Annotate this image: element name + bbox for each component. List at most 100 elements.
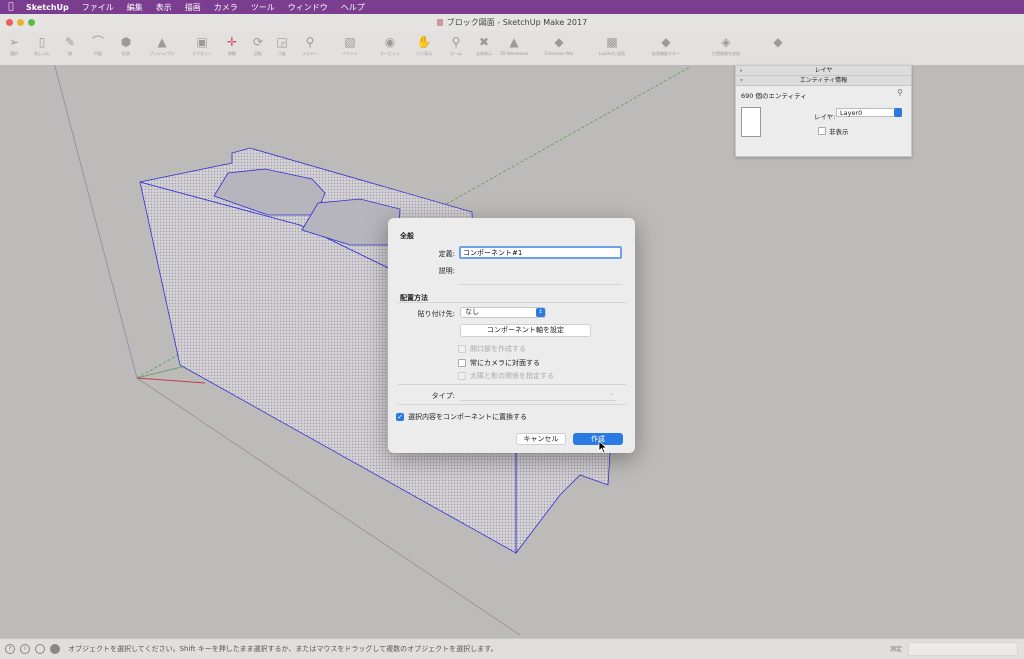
tool-eraser[interactable]: ▯ 消しゴム [28, 33, 56, 63]
tool-geo[interactable]: ◆ [764, 33, 792, 63]
definition-input[interactable] [459, 246, 622, 259]
zoom-icon: ⚲ [451, 35, 461, 49]
shadows-face-sun-option: 太陽と影の関係を指定する [458, 371, 554, 381]
replace-selection-checkbox[interactable]: ✓ 選択内容をコンポーネントに置換する [396, 412, 527, 422]
tool-warehouse[interactable]: ▲ 3D Warehouse [500, 33, 528, 63]
blue-axis [54, 65, 138, 379]
zoom-window-button[interactable] [28, 19, 35, 26]
menu-draw[interactable]: 描画 [181, 2, 210, 13]
menu-app[interactable]: SketchUp [22, 3, 78, 12]
collapse-icon[interactable]: ▸ [740, 66, 743, 75]
extension-manager-icon: ◆ [661, 35, 671, 49]
layer-select[interactable]: Layer0 [836, 108, 902, 117]
layers-panel-header[interactable]: ▸ レイヤ [736, 66, 911, 76]
hidden-checkbox[interactable]: 非表示 [818, 126, 849, 136]
minimize-window-button[interactable] [17, 19, 24, 26]
description-input[interactable] [459, 264, 622, 285]
material-swatch[interactable] [741, 107, 761, 137]
description-label: 説明: [438, 267, 455, 275]
entity-info-header[interactable]: ▾ エンティティ情報 [736, 76, 911, 86]
glue-to-select[interactable]: なし ↕ [460, 307, 546, 318]
status-bar: ? i オブジェクトを選択してください。Shift キーを押したまま選択するか、… [0, 638, 1024, 659]
menu-view[interactable]: 表示 [152, 2, 181, 13]
menu-window[interactable]: ウィンドウ [284, 2, 337, 13]
always-face-camera-checkbox[interactable]: 常にカメラに対面する [458, 358, 540, 368]
type-label: タイプ: [431, 392, 455, 400]
extension-icon: ◆ [554, 35, 564, 49]
expand-icon[interactable]: ▾ [740, 76, 743, 85]
tool-move[interactable]: ✛ 移動 [218, 33, 246, 63]
tool-ext-warehouse[interactable]: ◆Extension Warehouse [545, 33, 573, 63]
document-icon [436, 19, 443, 26]
menu-tools[interactable]: ツール [247, 2, 284, 13]
tool-orbit[interactable]: ◉ オービット [376, 33, 404, 63]
menu-bar:  SketchUp ファイル 編集 表示 描画 カメラ ツール ウィンドウ ヘ… [0, 0, 1024, 14]
measurements-label: 測定 [890, 646, 903, 653]
orbit-icon: ◉ [384, 35, 396, 49]
menu-help[interactable]: ヘルプ [337, 2, 374, 13]
checkbox-icon [458, 359, 466, 367]
cancel-button[interactable]: キャンセル [516, 433, 566, 445]
layout-icon: ▩ [606, 35, 618, 49]
measurements-box[interactable] [908, 642, 1018, 656]
tool-push-pull[interactable]: ▲ プッシュ/プル [148, 33, 176, 63]
tool-line[interactable]: ✎ 線 [56, 33, 84, 63]
toolbar: ➢ 選択 ▯ 消しゴム ✎ 線 ⌒ 円弧 ⬢ 形状 ▲ プッシュ/プル ▣ オフセット ✛ 移動… [0, 31, 1024, 66]
apple-menu-icon[interactable]:  [0, 2, 22, 12]
tool-offset[interactable]: ▣ オフセット [188, 33, 216, 63]
cut-opening-option: 開口部を作成する [458, 344, 526, 354]
warehouse-icon: ▲ [509, 35, 519, 49]
paint-bucket-icon: ▧ [344, 35, 356, 49]
pin-icon[interactable]: ⚲ [897, 88, 903, 97]
checkbox-icon [458, 345, 466, 353]
divider [398, 384, 626, 385]
tool-add-location[interactable]: ◈ 位置情報を追加 [712, 33, 740, 63]
checkbox-icon [818, 127, 826, 135]
glue-to-label: 貼り付け先: [417, 310, 455, 318]
menu-camera[interactable]: カメラ [210, 2, 247, 13]
window-title-bar: ブロック図面 - SketchUp Make 2017 [0, 14, 1024, 31]
layer-label: レイヤ: [814, 113, 836, 121]
eraser-icon: ▯ [38, 35, 46, 49]
tool-zoom[interactable]: ⚲ ズーム [442, 33, 470, 63]
entity-count: 690 個のエンティティ [741, 92, 807, 100]
chevron-down-icon: ⌄ [608, 390, 614, 397]
definition-label: 定義: [438, 250, 455, 258]
shapes-icon: ⬢ [120, 35, 132, 49]
scale-icon: ◲ [276, 35, 288, 49]
info-icon[interactable]: ? [5, 644, 15, 654]
divider [398, 404, 626, 405]
chevron-updown-icon: ↕ [536, 308, 545, 317]
general-heading: 全般 [400, 232, 414, 240]
tool-tape[interactable]: ⚲ メジャー [296, 33, 324, 63]
user-icon[interactable] [35, 644, 45, 654]
select-arrow-icon: ➢ [8, 35, 20, 49]
offset-icon: ▣ [196, 35, 208, 49]
tool-zoom-extents[interactable]: ✖ 全体表示 [470, 33, 498, 63]
status-message: オブジェクトを選択してください。Shift キーを押したまま選択するか、またはマ… [68, 645, 498, 653]
tool-shapes[interactable]: ⬢ 形状 [112, 33, 140, 63]
instructor-icon[interactable] [50, 644, 60, 654]
help-icon[interactable]: i [20, 644, 30, 654]
tool-ext-manager[interactable]: ◆拡張機能マネージャ [652, 33, 680, 63]
type-select[interactable]: ⌄ [460, 390, 616, 401]
set-component-axes-button[interactable]: コンポーネント軸を設定 [460, 324, 591, 337]
map-pin-icon: ◆ [773, 35, 783, 49]
mouse-cursor-icon [598, 440, 608, 454]
tool-pan[interactable]: ✋ パン表示 [410, 33, 438, 63]
menu-file[interactable]: ファイル [78, 2, 123, 13]
window-title: ブロック図面 - SketchUp Make 2017 [446, 18, 588, 27]
chevron-down-icon [894, 108, 902, 117]
tool-paint[interactable]: ▧ ペイント [336, 33, 364, 63]
menu-edit[interactable]: 編集 [123, 2, 152, 13]
move-icon: ✛ [226, 35, 238, 49]
add-location-icon: ◈ [721, 35, 731, 49]
tool-layout[interactable]: ▩ LayOutに送信 [598, 33, 626, 63]
close-window-button[interactable] [6, 19, 13, 26]
arc-icon: ⌒ [91, 35, 104, 49]
tool-arc[interactable]: ⌒ 円弧 [84, 33, 112, 63]
tool-select[interactable]: ➢ 選択 [0, 33, 28, 63]
checkbox-icon [458, 372, 466, 380]
divider [398, 302, 626, 303]
tool-scale[interactable]: ◲ 尺度 [268, 33, 296, 63]
